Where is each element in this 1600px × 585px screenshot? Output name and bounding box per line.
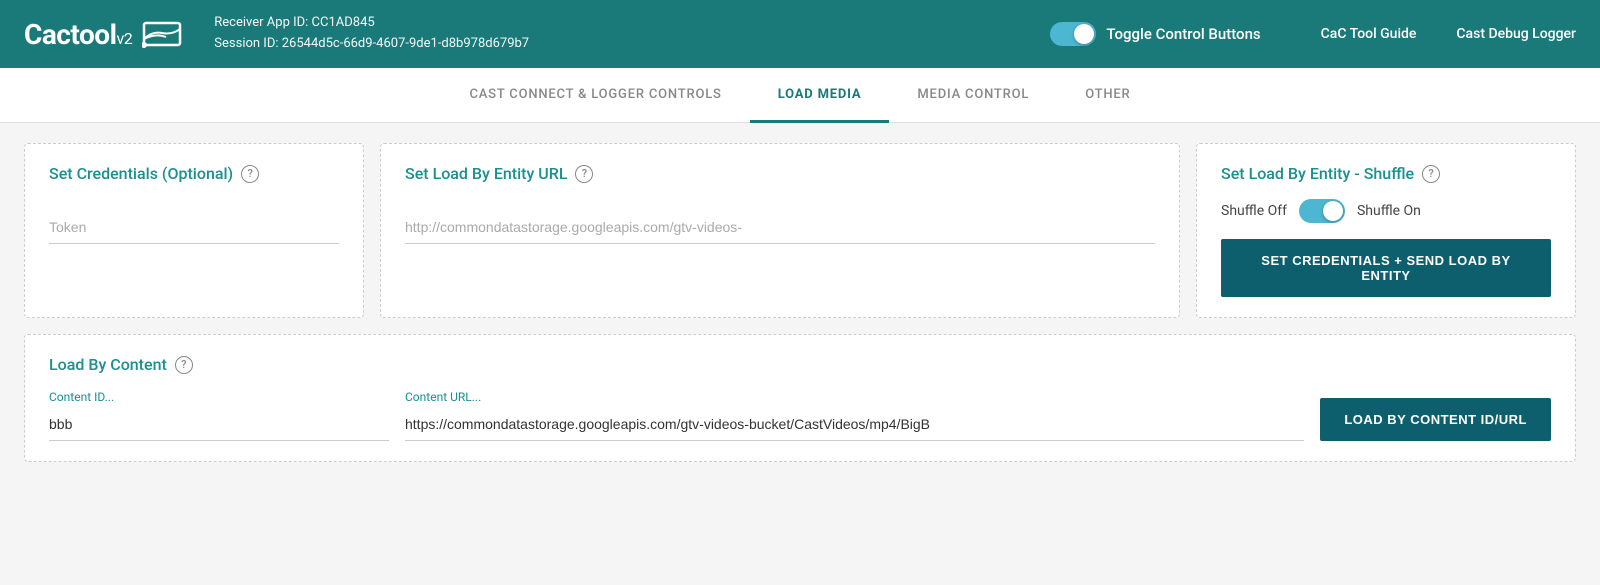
header-info: Receiver App ID: CC1AD845 Session ID: 26… <box>214 13 1050 55</box>
shuffle-title: Set Load By Entity - Shuffle ? <box>1221 164 1551 183</box>
load-by-content-row: Content ID... Content URL... LOAD BY CON… <box>49 390 1551 441</box>
logo-text: Cactoolv2 <box>24 18 132 51</box>
load-by-content-help-icon[interactable]: ? <box>175 356 193 374</box>
session-id-line: Session ID: 26544d5c-66d9-4607-9de1-d8b9… <box>214 34 1050 55</box>
shuffle-toggle[interactable] <box>1299 199 1345 223</box>
credentials-help-icon[interactable]: ? <box>241 165 259 183</box>
entity-url-help-icon[interactable]: ? <box>575 165 593 183</box>
cac-tool-guide-link[interactable]: CaC Tool Guide <box>1321 26 1417 42</box>
cast-debug-logger-link[interactable]: Cast Debug Logger <box>1456 26 1576 42</box>
receiver-app-line: Receiver App ID: CC1AD845 <box>214 13 1050 34</box>
credentials-title: Set Credentials (Optional) ? <box>49 164 339 183</box>
shuffle-help-icon[interactable]: ? <box>1422 165 1440 183</box>
load-by-content-card: Load By Content ? Content ID... Content … <box>24 334 1576 462</box>
tab-load-media[interactable]: LOAD MEDIA <box>750 69 890 123</box>
main-content: Set Credentials (Optional) ? Set Load By… <box>0 123 1600 482</box>
content-url-label: Content URL... <box>405 390 1304 404</box>
toggle-control-buttons[interactable]: Toggle Control Buttons <box>1050 22 1260 46</box>
logo: Cactoolv2 <box>24 18 182 51</box>
top-row: Set Credentials (Optional) ? Set Load By… <box>24 143 1576 318</box>
set-credentials-send-load-button[interactable]: SET CREDENTIALS + SEND LOAD BY ENTITY <box>1221 239 1551 297</box>
entity-url-input[interactable] <box>405 211 1155 244</box>
token-field-wrapper <box>49 211 339 244</box>
entity-url-title: Set Load By Entity URL ? <box>405 164 1155 183</box>
credentials-card: Set Credentials (Optional) ? <box>24 143 364 318</box>
content-url-field: Content URL... <box>405 390 1304 441</box>
tab-cast-connect[interactable]: CAST CONNECT & LOGGER CONTROLS <box>441 69 749 123</box>
content-id-input[interactable] <box>49 408 389 441</box>
entity-url-field-wrapper <box>405 211 1155 244</box>
shuffle-card: Set Load By Entity - Shuffle ? Shuffle O… <box>1196 143 1576 318</box>
content-id-label: Content ID... <box>49 390 389 404</box>
tab-bar: CAST CONNECT & LOGGER CONTROLS LOAD MEDI… <box>0 68 1600 123</box>
token-input[interactable] <box>49 211 339 244</box>
toggle-label: Toggle Control Buttons <box>1106 25 1260 43</box>
header-links: CaC Tool Guide Cast Debug Logger <box>1321 26 1576 42</box>
content-id-field: Content ID... <box>49 390 389 441</box>
shuffle-on-label: Shuffle On <box>1357 203 1421 219</box>
load-by-content-button[interactable]: LOAD BY CONTENT ID/URL <box>1320 398 1551 441</box>
entity-url-card: Set Load By Entity URL ? <box>380 143 1180 318</box>
cast-icon <box>142 19 182 49</box>
header: Cactoolv2 Receiver App ID: CC1AD845 Sess… <box>0 0 1600 68</box>
shuffle-controls: Shuffle Off Shuffle On <box>1221 199 1551 223</box>
shuffle-off-label: Shuffle Off <box>1221 203 1287 219</box>
tab-other[interactable]: OTHER <box>1057 69 1158 123</box>
toggle-switch[interactable] <box>1050 22 1096 46</box>
content-url-input[interactable] <box>405 408 1304 441</box>
tab-media-control[interactable]: MEDIA CONTROL <box>889 69 1057 123</box>
load-by-content-title: Load By Content ? <box>49 355 1551 374</box>
